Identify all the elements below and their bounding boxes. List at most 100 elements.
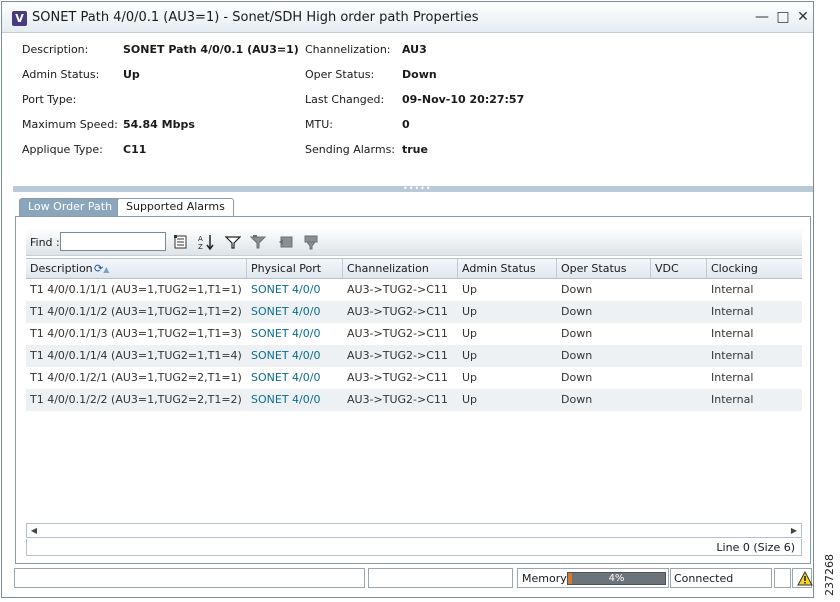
last-changed-value: 09-Nov-10 20:27:57 bbox=[402, 93, 525, 106]
cell-physical-port[interactable]: SONET 4/0/0 bbox=[247, 345, 343, 367]
cell-channelization: AU3->TUG2->C11 bbox=[347, 305, 448, 318]
warning-icon[interactable] bbox=[797, 570, 813, 589]
cell-vdc bbox=[651, 279, 707, 301]
svg-text:Z: Z bbox=[198, 243, 203, 251]
applique-type-label: Applique Type: bbox=[22, 143, 103, 156]
window-title: SONET Path 4/0/0.1 (AU3=1) - Sonet/SDH H… bbox=[32, 10, 479, 25]
column-header-admin-status[interactable]: Admin Status bbox=[458, 259, 557, 278]
cell-description: T1 4/0/0.1/2/2 (AU3=1,TUG2=2,T1=2) bbox=[30, 393, 242, 406]
cell-admin-status: Up bbox=[462, 371, 478, 384]
max-speed-value: 54.84 Mbps bbox=[123, 118, 195, 131]
svg-text:237268: 237268 bbox=[823, 554, 836, 596]
pane-splitter[interactable]: ••••• bbox=[13, 184, 813, 193]
max-speed-label: Maximum Speed: bbox=[22, 118, 118, 131]
cell-channelization: AU3->TUG2->C11 bbox=[347, 283, 448, 296]
export-icon[interactable] bbox=[172, 233, 190, 251]
sending-alarms-value: true bbox=[402, 143, 428, 156]
status-message-field bbox=[14, 568, 365, 588]
cell-vdc bbox=[651, 367, 707, 389]
tab-low-order-path[interactable]: Low Order Path bbox=[19, 198, 122, 216]
svg-text:A: A bbox=[198, 235, 203, 243]
connection-status: Connected bbox=[674, 572, 734, 585]
cell-admin-status: Up bbox=[462, 305, 478, 318]
minimize-button[interactable]: — bbox=[753, 8, 771, 26]
cell-description: T1 4/0/0.1/1/2 (AU3=1,TUG2=1,T1=2) bbox=[30, 305, 242, 318]
memory-progress-bar: 4% bbox=[567, 572, 666, 585]
table-row[interactable]: T1 4/0/0.1/1/3 (AU3=1,TUG2=1,T1=3) SONET … bbox=[26, 323, 802, 345]
column-header-oper-status[interactable]: Oper Status bbox=[557, 259, 651, 278]
oper-status-label: Oper Status: bbox=[305, 68, 375, 81]
port-type-label: Port Type: bbox=[22, 93, 77, 106]
table-row[interactable]: T1 4/0/0.1/1/2 (AU3=1,TUG2=1,T1=2) SONET … bbox=[26, 301, 802, 323]
cell-vdc bbox=[651, 301, 707, 323]
channelization-label: Channelization: bbox=[305, 43, 391, 56]
find-label: Find : bbox=[30, 236, 60, 249]
cell-oper-status: Down bbox=[561, 349, 593, 362]
table-row[interactable]: T1 4/0/0.1/1/4 (AU3=1,TUG2=1,T1=4) SONET … bbox=[26, 345, 802, 367]
cell-physical-port[interactable]: SONET 4/0/0 bbox=[247, 367, 343, 389]
cell-admin-status: Up bbox=[462, 349, 478, 362]
cell-physical-port[interactable]: SONET 4/0/0 bbox=[247, 279, 343, 301]
cell-physical-port[interactable]: SONET 4/0/0 bbox=[247, 301, 343, 323]
table-row[interactable]: T1 4/0/0.1/2/1 (AU3=1,TUG2=2,T1=1) SONET … bbox=[26, 367, 802, 389]
close-button[interactable]: ✕ bbox=[794, 8, 812, 26]
table-footer: Line 0 (Size 6) bbox=[26, 539, 802, 556]
cell-physical-port[interactable]: SONET 4/0/0 bbox=[247, 323, 343, 345]
horizontal-scrollbar[interactable]: ◀ ▶ bbox=[26, 523, 802, 538]
cell-oper-status: Down bbox=[561, 371, 593, 384]
figure-id-label: 237268 bbox=[823, 554, 836, 596]
last-changed-label: Last Changed: bbox=[305, 93, 385, 106]
sort-icon[interactable]: AZ bbox=[197, 233, 215, 251]
table-toolbar: Find : AZ bbox=[26, 228, 802, 256]
cell-clocking: Internal bbox=[711, 393, 754, 406]
find-input[interactable] bbox=[60, 232, 166, 251]
cell-description: T1 4/0/0.1/1/1 (AU3=1,TUG2=1,T1=1) bbox=[30, 283, 242, 296]
scroll-right-icon[interactable]: ▶ bbox=[787, 524, 801, 537]
cell-physical-port[interactable]: SONET 4/0/0 bbox=[247, 389, 343, 411]
properties-section: Description: SONET Path 4/0/0.1 (AU3=1) … bbox=[2, 33, 813, 183]
cell-clocking: Internal bbox=[711, 371, 754, 384]
scroll-left-icon[interactable]: ◀ bbox=[27, 524, 41, 537]
cell-vdc bbox=[651, 389, 707, 411]
cell-description: T1 4/0/0.1/2/1 (AU3=1,TUG2=2,T1=1) bbox=[30, 371, 242, 384]
cell-admin-status: Up bbox=[462, 283, 478, 296]
advanced-filter-icon[interactable] bbox=[302, 233, 320, 251]
splitter-grip-icon: ••••• bbox=[403, 184, 432, 193]
tab-supported-alarms[interactable]: Supported Alarms bbox=[117, 198, 234, 216]
clear-filter-icon[interactable] bbox=[277, 233, 295, 251]
column-header-vdc[interactable]: VDC bbox=[651, 259, 707, 278]
mtu-label: MTU: bbox=[305, 118, 333, 131]
cell-admin-status: Up bbox=[462, 393, 478, 406]
filter-icon[interactable] bbox=[224, 233, 242, 251]
cell-oper-status: Down bbox=[561, 327, 593, 340]
column-header-physical-port[interactable]: Physical Port bbox=[247, 259, 343, 278]
sort-refresh-icon[interactable]: ⟳▲ bbox=[94, 259, 109, 279]
low-order-path-table: Description ⟳▲ Physical Port Channelizat… bbox=[26, 258, 802, 523]
cell-vdc bbox=[651, 345, 707, 367]
app-logo-icon: V bbox=[12, 11, 27, 26]
mtu-value: 0 bbox=[402, 118, 410, 131]
maximize-button[interactable]: □ bbox=[774, 8, 792, 26]
table-row[interactable]: T1 4/0/0.1/2/2 (AU3=1,TUG2=2,T1=2) SONET … bbox=[26, 389, 802, 411]
table-header: Description ⟳▲ Physical Port Channelizat… bbox=[26, 258, 802, 279]
column-header-clocking[interactable]: Clocking bbox=[707, 259, 802, 278]
cell-channelization: AU3->TUG2->C11 bbox=[347, 349, 448, 362]
column-header-channelization[interactable]: Channelization bbox=[343, 259, 458, 278]
cell-oper-status: Down bbox=[561, 393, 593, 406]
sending-alarms-label: Sending Alarms: bbox=[305, 143, 396, 156]
description-label: Description: bbox=[22, 43, 89, 56]
oper-status-value: Down bbox=[402, 68, 437, 81]
quick-filter-icon[interactable] bbox=[249, 233, 267, 251]
applique-type-value: C11 bbox=[123, 143, 147, 156]
cell-vdc bbox=[651, 323, 707, 345]
title-bar[interactable]: V SONET Path 4/0/0.1 (AU3=1) - Sonet/SDH… bbox=[2, 2, 813, 33]
cell-description: T1 4/0/0.1/1/3 (AU3=1,TUG2=1,T1=3) bbox=[30, 327, 242, 340]
column-header-description[interactable]: Description ⟳▲ bbox=[26, 259, 247, 278]
channelization-value: AU3 bbox=[402, 43, 427, 56]
cell-channelization: AU3->TUG2->C11 bbox=[347, 393, 448, 406]
status-spacer-field bbox=[774, 568, 791, 588]
table-row[interactable]: T1 4/0/0.1/1/1 (AU3=1,TUG2=1,T1=1) SONET … bbox=[26, 279, 802, 301]
cell-oper-status: Down bbox=[561, 283, 593, 296]
cell-clocking: Internal bbox=[711, 327, 754, 340]
cell-oper-status: Down bbox=[561, 305, 593, 318]
